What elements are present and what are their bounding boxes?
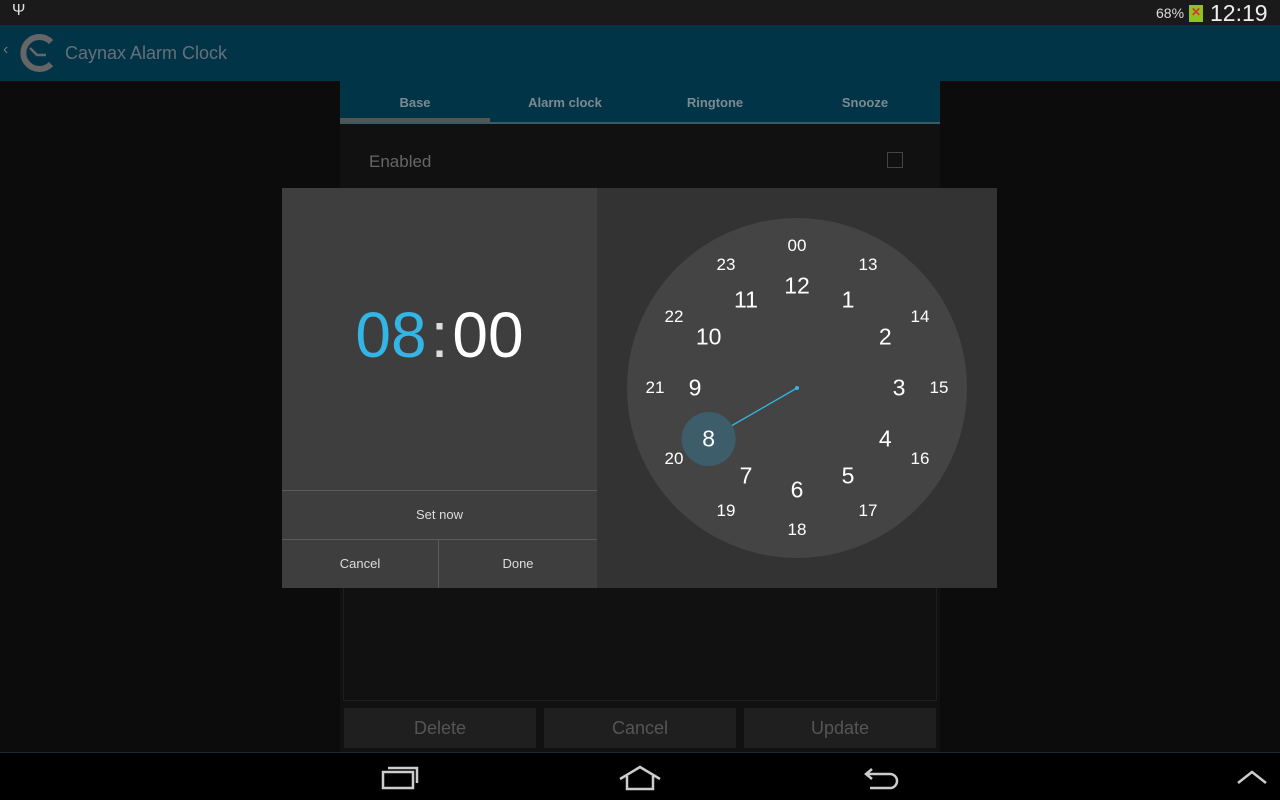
app-title: Caynax Alarm Clock <box>65 43 228 63</box>
hour-8[interactable]: 8 <box>702 426 715 453</box>
recent-apps-icon[interactable] <box>380 765 420 791</box>
hour-16[interactable]: 16 <box>911 449 930 469</box>
hour-00[interactable]: 00 <box>788 236 807 256</box>
hour-17[interactable]: 17 <box>859 501 878 521</box>
minutes-display[interactable]: 00 <box>452 299 523 371</box>
enabled-checkbox[interactable] <box>887 152 903 168</box>
clock: 12:19 <box>1210 0 1268 26</box>
hour-23[interactable]: 23 <box>717 255 736 275</box>
set-now-button[interactable]: Set now <box>282 490 597 539</box>
tab-alarm-clock[interactable]: Alarm clock <box>490 81 640 122</box>
hour-14[interactable]: 14 <box>911 307 930 327</box>
navigation-bar <box>0 752 1280 800</box>
dialog-cancel-button[interactable]: Cancel <box>282 539 439 588</box>
battery-level: 68% <box>1156 5 1185 21</box>
hour-12[interactable]: 12 <box>784 273 810 300</box>
content-panel <box>343 588 937 701</box>
update-button[interactable]: Update <box>744 708 936 748</box>
clock-face[interactable]: 12 1 2 3 4 5 6 7 8 9 10 11 00 13 14 15 16 17 18 19 20 21 22 23 <box>627 218 967 558</box>
tab-bar: Base Alarm clock Ringtone Snooze <box>340 81 940 124</box>
hand-center <box>795 386 799 390</box>
home-icon[interactable] <box>618 765 662 791</box>
time-picker-dialog: 08:00 Set now Cancel Done 12 1 2 3 4 5 6 7 8 9 10 1… <box>282 188 997 588</box>
clock-hand <box>681 386 799 466</box>
hour-18[interactable]: 18 <box>788 520 807 540</box>
chevron-up-icon[interactable] <box>1236 769 1268 785</box>
hour-7[interactable]: 7 <box>740 463 753 490</box>
hour-21[interactable]: 21 <box>646 378 665 398</box>
hour-1[interactable]: 1 <box>842 286 855 313</box>
back-icon[interactable] <box>862 765 902 791</box>
tab-ringtone[interactable]: Ringtone <box>640 81 790 122</box>
chevron-left-icon: ‹ <box>3 41 9 58</box>
hour-4[interactable]: 4 <box>879 426 892 453</box>
hour-5[interactable]: 5 <box>842 463 855 490</box>
hour-11[interactable]: 11 <box>734 286 758 313</box>
tab-base[interactable]: Base <box>340 81 490 122</box>
time-separator: : <box>430 299 449 371</box>
done-button[interactable]: Done <box>439 539 597 588</box>
status-bar: Ψ 68% ✕ 12:19 <box>0 0 1280 26</box>
action-bar: ‹ Caynax Alarm Clock <box>0 25 1280 81</box>
hour-10[interactable]: 10 <box>696 324 722 351</box>
hour-2[interactable]: 2 <box>879 324 892 351</box>
hour-9[interactable]: 9 <box>689 375 702 402</box>
usb-icon: Ψ <box>12 2 26 19</box>
enabled-label: Enabled <box>369 152 432 171</box>
alarm-clock-logo-icon <box>20 34 54 72</box>
time-display-panel: 08:00 Set now Cancel Done <box>282 188 597 588</box>
hour-6[interactable]: 6 <box>791 477 804 504</box>
hand-line <box>731 387 798 427</box>
delete-button[interactable]: Delete <box>344 708 536 748</box>
up-button[interactable]: ‹ Caynax Alarm Clock <box>0 25 240 81</box>
hour-19[interactable]: 19 <box>717 501 736 521</box>
battery-charging-icon: ✕ <box>1189 5 1203 22</box>
hour-15[interactable]: 15 <box>930 378 949 398</box>
hour-22[interactable]: 22 <box>665 307 684 327</box>
cancel-button[interactable]: Cancel <box>544 708 736 748</box>
hour-3[interactable]: 3 <box>893 375 906 402</box>
hour-13[interactable]: 13 <box>859 255 878 275</box>
tab-snooze[interactable]: Snooze <box>790 81 940 122</box>
hours-display[interactable]: 08 <box>355 299 426 371</box>
hour-20[interactable]: 20 <box>665 449 684 469</box>
